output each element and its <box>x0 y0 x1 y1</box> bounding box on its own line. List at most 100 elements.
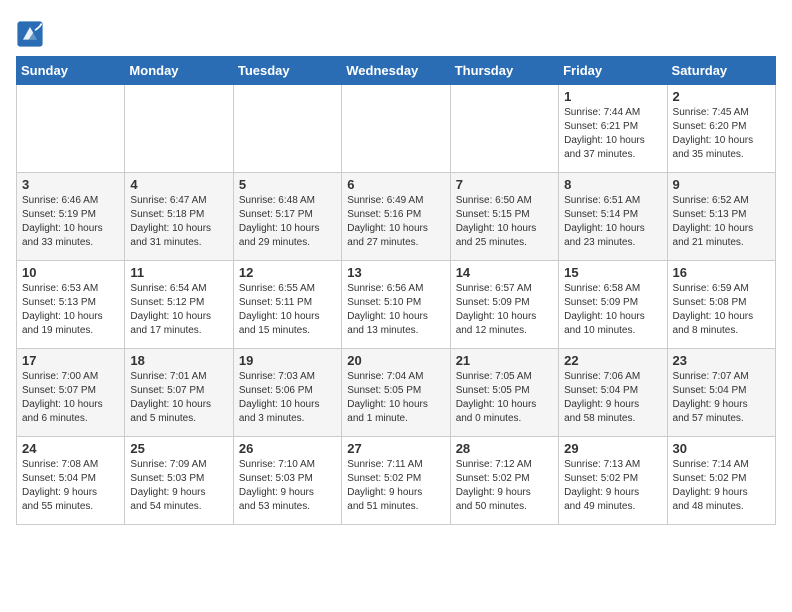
calendar-cell: 27 Sunrise: 7:11 AM Sunset: 5:02 PM Dayli… <box>342 437 450 525</box>
day-info: Sunrise: 6:56 AM Sunset: 5:10 PM Dayligh… <box>347 282 444 338</box>
calendar-cell: 29 Sunrise: 7:13 AM Sunset: 5:02 PM Dayli… <box>559 437 667 525</box>
calendar-cell: 12 Sunrise: 6:55 AM Sunset: 5:11 PM Dayli… <box>233 261 341 349</box>
logo <box>16 20 46 48</box>
day-number: 30 <box>673 441 770 456</box>
day-info: Sunrise: 6:55 AM Sunset: 5:11 PM Dayligh… <box>239 282 336 338</box>
day-number: 2 <box>673 89 770 104</box>
logo-icon <box>16 20 44 48</box>
day-info: Sunrise: 6:53 AM Sunset: 5:13 PM Dayligh… <box>22 282 119 338</box>
calendar-cell: 30 Sunrise: 7:14 AM Sunset: 5:02 PM Dayli… <box>667 437 775 525</box>
calendar-cell: 17 Sunrise: 7:00 AM Sunset: 5:07 PM Dayli… <box>17 349 125 437</box>
day-info: Sunrise: 7:11 AM Sunset: 5:02 PM Dayligh… <box>347 458 444 514</box>
day-number: 12 <box>239 265 336 280</box>
calendar-cell: 16 Sunrise: 6:59 AM Sunset: 5:08 PM Dayli… <box>667 261 775 349</box>
calendar-cell: 18 Sunrise: 7:01 AM Sunset: 5:07 PM Dayli… <box>125 349 233 437</box>
day-number: 5 <box>239 177 336 192</box>
calendar-cell: 5 Sunrise: 6:48 AM Sunset: 5:17 PM Daylig… <box>233 173 341 261</box>
calendar: SundayMondayTuesdayWednesdayThursdayFrid… <box>16 56 776 525</box>
day-number: 10 <box>22 265 119 280</box>
calendar-cell: 28 Sunrise: 7:12 AM Sunset: 5:02 PM Dayli… <box>450 437 558 525</box>
calendar-week-row: 1 Sunrise: 7:44 AM Sunset: 6:21 PM Daylig… <box>17 85 776 173</box>
day-number: 23 <box>673 353 770 368</box>
day-number: 8 <box>564 177 661 192</box>
day-info: Sunrise: 6:48 AM Sunset: 5:17 PM Dayligh… <box>239 194 336 250</box>
day-info: Sunrise: 6:52 AM Sunset: 5:13 PM Dayligh… <box>673 194 770 250</box>
calendar-header-row: SundayMondayTuesdayWednesdayThursdayFrid… <box>17 57 776 85</box>
day-number: 17 <box>22 353 119 368</box>
calendar-cell: 24 Sunrise: 7:08 AM Sunset: 5:04 PM Dayli… <box>17 437 125 525</box>
calendar-week-row: 24 Sunrise: 7:08 AM Sunset: 5:04 PM Dayli… <box>17 437 776 525</box>
page-header <box>16 16 776 48</box>
day-number: 7 <box>456 177 553 192</box>
calendar-cell <box>342 85 450 173</box>
day-info: Sunrise: 6:58 AM Sunset: 5:09 PM Dayligh… <box>564 282 661 338</box>
calendar-week-row: 3 Sunrise: 6:46 AM Sunset: 5:19 PM Daylig… <box>17 173 776 261</box>
calendar-cell: 9Sunrise: 6:52 AM Sunset: 5:13 PM Daylig… <box>667 173 775 261</box>
day-number: 22 <box>564 353 661 368</box>
calendar-cell <box>233 85 341 173</box>
day-info: Sunrise: 6:54 AM Sunset: 5:12 PM Dayligh… <box>130 282 227 338</box>
day-info: Sunrise: 7:44 AM Sunset: 6:21 PM Dayligh… <box>564 106 661 162</box>
day-number: 26 <box>239 441 336 456</box>
day-info: Sunrise: 7:09 AM Sunset: 5:03 PM Dayligh… <box>130 458 227 514</box>
day-number: 18 <box>130 353 227 368</box>
day-number: 21 <box>456 353 553 368</box>
calendar-cell: 1 Sunrise: 7:44 AM Sunset: 6:21 PM Daylig… <box>559 85 667 173</box>
calendar-cell: 7 Sunrise: 6:50 AM Sunset: 5:15 PM Daylig… <box>450 173 558 261</box>
day-number: 28 <box>456 441 553 456</box>
day-info: Sunrise: 7:07 AM Sunset: 5:04 PM Dayligh… <box>673 370 770 426</box>
day-number: 27 <box>347 441 444 456</box>
calendar-cell: 3 Sunrise: 6:46 AM Sunset: 5:19 PM Daylig… <box>17 173 125 261</box>
day-number: 13 <box>347 265 444 280</box>
day-info: Sunrise: 6:51 AM Sunset: 5:14 PM Dayligh… <box>564 194 661 250</box>
day-number: 29 <box>564 441 661 456</box>
day-number: 3 <box>22 177 119 192</box>
day-info: Sunrise: 7:04 AM Sunset: 5:05 PM Dayligh… <box>347 370 444 426</box>
weekday-header: Saturday <box>667 57 775 85</box>
weekday-header: Wednesday <box>342 57 450 85</box>
calendar-cell: 4 Sunrise: 6:47 AM Sunset: 5:18 PM Daylig… <box>125 173 233 261</box>
day-info: Sunrise: 6:59 AM Sunset: 5:08 PM Dayligh… <box>673 282 770 338</box>
day-number: 24 <box>22 441 119 456</box>
day-info: Sunrise: 7:45 AM Sunset: 6:20 PM Dayligh… <box>673 106 770 162</box>
calendar-cell: 23 Sunrise: 7:07 AM Sunset: 5:04 PM Dayli… <box>667 349 775 437</box>
weekday-header: Friday <box>559 57 667 85</box>
day-info: Sunrise: 6:47 AM Sunset: 5:18 PM Dayligh… <box>130 194 227 250</box>
calendar-cell: 21Sunrise: 7:05 AM Sunset: 5:05 PM Dayli… <box>450 349 558 437</box>
day-number: 4 <box>130 177 227 192</box>
calendar-cell: 11 Sunrise: 6:54 AM Sunset: 5:12 PM Dayli… <box>125 261 233 349</box>
day-info: Sunrise: 7:12 AM Sunset: 5:02 PM Dayligh… <box>456 458 553 514</box>
day-info: Sunrise: 7:14 AM Sunset: 5:02 PM Dayligh… <box>673 458 770 514</box>
weekday-header: Sunday <box>17 57 125 85</box>
day-number: 25 <box>130 441 227 456</box>
day-info: Sunrise: 7:01 AM Sunset: 5:07 PM Dayligh… <box>130 370 227 426</box>
day-info: Sunrise: 7:08 AM Sunset: 5:04 PM Dayligh… <box>22 458 119 514</box>
calendar-cell <box>17 85 125 173</box>
day-info: Sunrise: 7:00 AM Sunset: 5:07 PM Dayligh… <box>22 370 119 426</box>
calendar-cell: 22Sunrise: 7:06 AM Sunset: 5:04 PM Dayli… <box>559 349 667 437</box>
day-info: Sunrise: 6:50 AM Sunset: 5:15 PM Dayligh… <box>456 194 553 250</box>
calendar-cell: 26 Sunrise: 7:10 AM Sunset: 5:03 PM Dayli… <box>233 437 341 525</box>
day-info: Sunrise: 6:46 AM Sunset: 5:19 PM Dayligh… <box>22 194 119 250</box>
calendar-cell: 14 Sunrise: 6:57 AM Sunset: 5:09 PM Dayli… <box>450 261 558 349</box>
weekday-header: Monday <box>125 57 233 85</box>
calendar-cell: 15 Sunrise: 6:58 AM Sunset: 5:09 PM Dayli… <box>559 261 667 349</box>
day-number: 15 <box>564 265 661 280</box>
day-number: 1 <box>564 89 661 104</box>
day-number: 11 <box>130 265 227 280</box>
calendar-cell: 20Sunrise: 7:04 AM Sunset: 5:05 PM Dayli… <box>342 349 450 437</box>
day-number: 19 <box>239 353 336 368</box>
calendar-cell: 19 Sunrise: 7:03 AM Sunset: 5:06 PM Dayli… <box>233 349 341 437</box>
calendar-cell: 25 Sunrise: 7:09 AM Sunset: 5:03 PM Dayli… <box>125 437 233 525</box>
calendar-cell: 8 Sunrise: 6:51 AM Sunset: 5:14 PM Daylig… <box>559 173 667 261</box>
calendar-cell: 2 Sunrise: 7:45 AM Sunset: 6:20 PM Daylig… <box>667 85 775 173</box>
day-number: 6 <box>347 177 444 192</box>
day-info: Sunrise: 6:57 AM Sunset: 5:09 PM Dayligh… <box>456 282 553 338</box>
day-number: 16 <box>673 265 770 280</box>
day-info: Sunrise: 6:49 AM Sunset: 5:16 PM Dayligh… <box>347 194 444 250</box>
day-number: 14 <box>456 265 553 280</box>
day-info: Sunrise: 7:03 AM Sunset: 5:06 PM Dayligh… <box>239 370 336 426</box>
weekday-header: Thursday <box>450 57 558 85</box>
day-info: Sunrise: 7:10 AM Sunset: 5:03 PM Dayligh… <box>239 458 336 514</box>
day-info: Sunrise: 7:13 AM Sunset: 5:02 PM Dayligh… <box>564 458 661 514</box>
